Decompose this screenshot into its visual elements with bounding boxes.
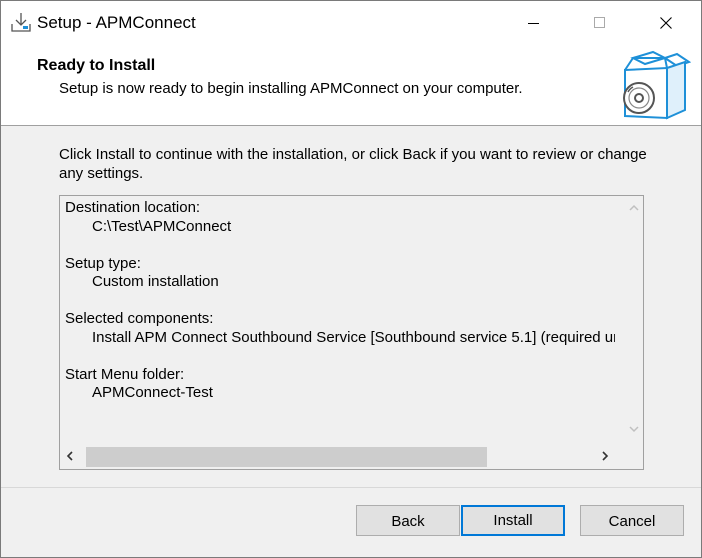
close-button[interactable]	[635, 1, 701, 45]
setup-type-value: Custom installation	[92, 273, 219, 290]
start-menu-value: APMConnect-Test	[92, 384, 213, 401]
horizontal-scroll-thumb[interactable]	[86, 447, 487, 467]
maximize-button[interactable]	[569, 1, 635, 45]
minimize-icon	[528, 23, 539, 24]
cancel-button[interactable]: Cancel	[580, 505, 684, 536]
destination-value: C:\Test\APMConnect	[92, 217, 232, 235]
software-box-disc-icon	[623, 50, 691, 120]
maximize-icon	[594, 17, 605, 28]
window-title: Setup - APMConnect	[37, 13, 196, 32]
installer-download-icon	[11, 13, 31, 32]
page-subtitle: Setup is now ready to begin installing A…	[59, 80, 523, 97]
scroll-left-arrow-icon[interactable]	[66, 451, 74, 461]
ready-memo-box[interactable]: Destination location: C:\Test\APMConnect…	[59, 195, 644, 470]
title-bar[interactable]: Setup - APMConnect	[1, 1, 701, 45]
wizard-header: Ready to Install Setup is now ready to b…	[1, 45, 701, 126]
scroll-right-arrow-icon[interactable]	[601, 451, 609, 461]
page-title: Ready to Install	[37, 57, 156, 74]
destination-label: Destination location:	[65, 199, 201, 216]
horizontal-scrollbar[interactable]	[60, 443, 643, 469]
back-button[interactable]: Back	[356, 505, 460, 536]
setup-window: Setup - APMConnect Ready to Install Setu…	[0, 0, 702, 558]
footer-separator	[1, 487, 701, 488]
vertical-scrollbar[interactable]	[625, 196, 643, 442]
install-button[interactable]: Install	[461, 505, 565, 536]
ready-memo-text: Destination location: C:\Test\APMConnect…	[65, 199, 615, 403]
setup-type-label: Setup type:	[65, 254, 141, 272]
start-menu-label: Start Menu folder:	[65, 365, 185, 383]
components-value: Install APM Connect Southbound Service […	[92, 328, 615, 346]
instruction-text: Click Install to continue with the insta…	[59, 146, 647, 182]
scroll-down-arrow-icon[interactable]	[629, 426, 639, 433]
minimize-button[interactable]	[503, 1, 569, 45]
close-icon	[660, 17, 672, 29]
components-label: Selected components:	[65, 310, 214, 327]
scroll-up-arrow-icon[interactable]	[629, 204, 639, 211]
